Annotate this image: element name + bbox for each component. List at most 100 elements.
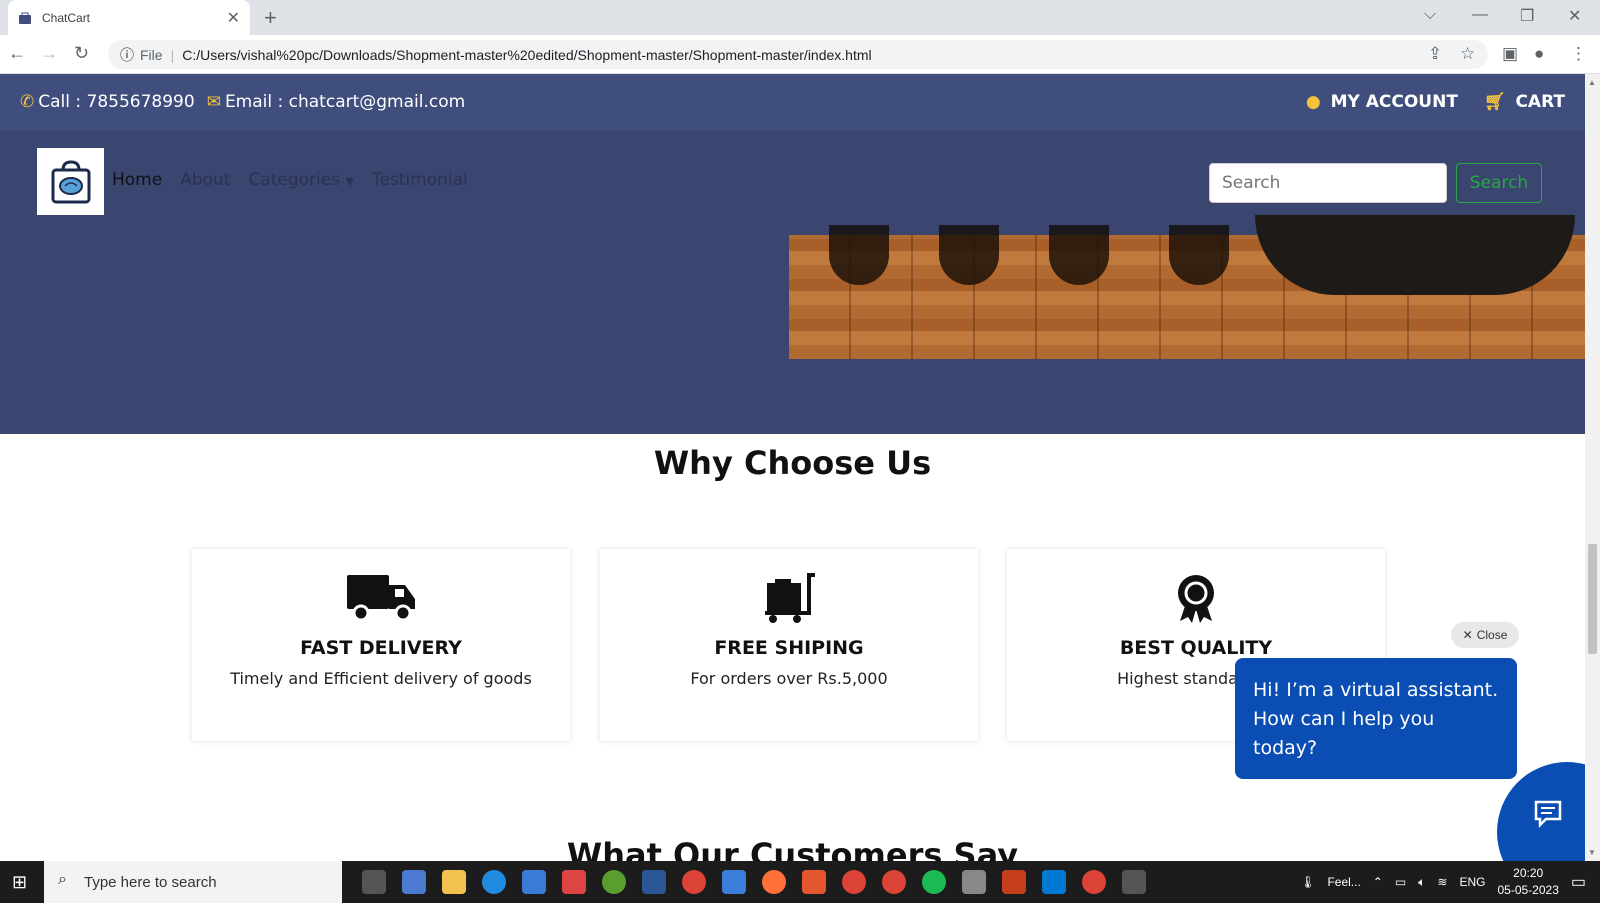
chrome-icon[interactable] — [1082, 870, 1106, 894]
truck-icon — [347, 575, 415, 622]
clock[interactable]: 20:20 05-05-2023 — [1497, 865, 1558, 899]
profile-icon[interactable]: ● — [1534, 44, 1544, 64]
chat-close-button[interactable]: ✕ Close — [1451, 622, 1519, 648]
address-bar[interactable]: ⓘ File | C:/Users/vishal%20pc/Downloads/… — [108, 40, 1488, 69]
address-bar-row: ← → ↻ ⓘ File | C:/Users/vishal%20pc/Down… — [0, 35, 1600, 74]
language-indicator[interactable]: ENG — [1459, 875, 1485, 889]
phone-icon: ✆ — [20, 92, 35, 112]
wifi-icon[interactable]: ≋ — [1437, 875, 1447, 889]
utorrent-icon[interactable] — [602, 870, 626, 894]
firefox-icon[interactable] — [762, 870, 786, 894]
feature-text: For orders over Rs.5,000 — [690, 669, 888, 688]
chrome-icon[interactable] — [882, 870, 906, 894]
taskbar-search-placeholder: Type here to search — [84, 873, 217, 891]
page-viewport: ✆ Call : 7855678990 ✉ Email : chatcart@g… — [0, 74, 1585, 861]
feature-card-shipping: FREE SHIPING For orders over Rs.5,000 — [600, 549, 978, 741]
award-icon — [1178, 575, 1214, 623]
search-button[interactable]: Search — [1456, 163, 1542, 203]
spotify-icon[interactable] — [922, 870, 946, 894]
app-icon[interactable] — [402, 870, 426, 894]
back-icon[interactable]: ← — [8, 43, 26, 64]
hero-wood-floor-image — [789, 215, 1585, 359]
scrollbar-thumb[interactable] — [1588, 544, 1597, 654]
volume-icon[interactable]: 🔈︎ — [1418, 875, 1425, 890]
shadow-shape — [1049, 225, 1109, 285]
feature-text: Timely and Efficient delivery of goods — [230, 669, 532, 688]
feature-title: FREE SHIPING — [714, 637, 864, 659]
weather-icon[interactable]: 🌡︎ — [1300, 875, 1315, 889]
browser-tab-strip: ChatCart ✕ + ⌵ — ❐ ✕ — [0, 0, 1600, 35]
forward-icon[interactable]: → — [40, 43, 58, 64]
windows-start-icon[interactable]: ⊞ — [12, 872, 27, 893]
app-icon[interactable] — [802, 870, 826, 894]
close-window-icon[interactable]: ✕ — [1568, 6, 1581, 26]
shopping-bag-logo-icon — [51, 159, 90, 203]
share-icon[interactable]: ⇪ — [1428, 44, 1442, 64]
call-text: Call : 7855678990 — [38, 92, 195, 112]
cart-link[interactable]: 🛒︎ CART — [1484, 92, 1565, 112]
restore-icon[interactable]: ❐ — [1520, 6, 1534, 26]
edge-icon[interactable] — [482, 870, 506, 894]
close-icon: ✕ — [1462, 628, 1473, 642]
browser-tab[interactable]: ChatCart ✕ — [8, 0, 250, 35]
file-explorer-icon[interactable] — [442, 870, 466, 894]
contact-topbar: ✆ Call : 7855678990 ✉ Email : chatcart@g… — [0, 74, 1585, 130]
why-choose-us-title: Why Choose Us — [653, 444, 932, 482]
nav-categories[interactable]: Categories ▼ — [248, 170, 354, 190]
weather-text[interactable]: Feel... — [1327, 875, 1360, 889]
dolly-icon — [765, 573, 815, 623]
nav-testimonial[interactable]: Testimonial — [372, 170, 468, 190]
search-input[interactable] — [1209, 163, 1447, 203]
battery-icon[interactable]: ▭ — [1395, 875, 1406, 889]
task-view-icon[interactable] — [362, 870, 386, 894]
store-icon[interactable] — [522, 870, 546, 894]
settings-gear-icon[interactable] — [962, 870, 986, 894]
minimize-icon[interactable]: — — [1472, 6, 1488, 24]
vscode-icon[interactable] — [1042, 870, 1066, 894]
user-icon: ● — [1305, 92, 1321, 112]
mail-icon[interactable] — [722, 870, 746, 894]
feature-card-delivery: FAST DELIVERY Timely and Efficient deliv… — [192, 549, 570, 741]
cart-icon: 🛒︎ — [1483, 92, 1506, 112]
scroll-down-icon[interactable]: ▼ — [1588, 848, 1596, 857]
chrome-icon[interactable] — [682, 870, 706, 894]
chat-close-label: Close — [1476, 628, 1508, 642]
app-icon[interactable] — [562, 870, 586, 894]
shadow-shape — [1169, 225, 1229, 285]
chat-greeting-bubble[interactable]: Hi! I’m a virtual assistant. How can I h… — [1235, 658, 1517, 779]
envelope-icon: ✉ — [206, 92, 221, 112]
nav-about[interactable]: About — [180, 170, 230, 190]
chrome-icon[interactable] — [842, 870, 866, 894]
nav-categories-label: Categories — [248, 170, 341, 190]
bookmark-star-icon[interactable]: ☆ — [1460, 44, 1475, 64]
menu-kebab-icon[interactable]: ⋮ — [1570, 44, 1587, 64]
testimonials-title: What Our Customers Say — [566, 836, 1019, 861]
app-icon[interactable] — [1122, 870, 1146, 894]
hero-banner: Home About Categories ▼ Testimonial Sear… — [0, 130, 1585, 434]
clock-date: 05-05-2023 — [1497, 883, 1559, 897]
chat-icon — [1534, 800, 1562, 828]
tab-title: ChatCart — [42, 10, 91, 25]
file-label: File — [140, 46, 163, 63]
main-nav: Home About Categories ▼ Testimonial — [112, 170, 468, 190]
close-tab-icon[interactable]: ✕ — [227, 8, 240, 28]
side-panel-icon[interactable]: ▣ — [1502, 44, 1518, 64]
reload-icon[interactable]: ↻ — [74, 43, 89, 64]
shadow-shape — [829, 225, 889, 285]
site-logo[interactable] — [37, 148, 104, 215]
my-account-link[interactable]: ● MY ACCOUNT — [1306, 92, 1458, 112]
nav-home[interactable]: Home — [112, 170, 162, 190]
powerpoint-icon[interactable] — [1002, 870, 1026, 894]
shadow-shape — [939, 225, 999, 285]
page-scrollbar[interactable]: ▲ ▼ — [1585, 74, 1600, 861]
caret-down-icon: ▼ — [345, 175, 354, 188]
site-favicon-icon — [19, 12, 31, 24]
tray-chevron-icon[interactable]: ⌃ — [1373, 875, 1383, 889]
notifications-icon[interactable]: ▭ — [1571, 872, 1586, 892]
scroll-up-icon[interactable]: ▲ — [1588, 78, 1596, 87]
new-tab-button[interactable]: + — [264, 5, 277, 31]
tab-search-icon[interactable]: ⌵ — [1424, 6, 1436, 24]
info-icon[interactable]: ⓘ — [120, 45, 134, 65]
taskbar-search[interactable]: ⌕ Type here to search — [44, 861, 342, 903]
word-icon[interactable] — [642, 870, 666, 894]
